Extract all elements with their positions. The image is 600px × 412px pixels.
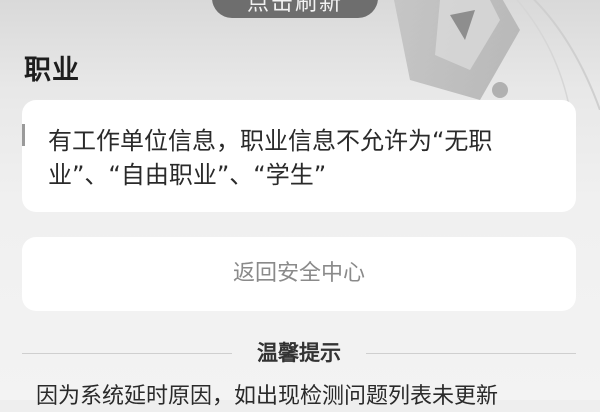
divider-right — [366, 353, 576, 354]
shield-icon — [394, 0, 600, 110]
requirement-text: 有工作单位信息，职业信息不允许为“无职业”、“自由职业”、“学生” — [48, 127, 493, 189]
refresh-button[interactable]: 点击刷新 — [212, 0, 378, 18]
return-security-center-button[interactable]: 返回安全中心 — [22, 237, 576, 311]
refresh-label: 点击刷新 — [246, 0, 343, 16]
section-title: 职业 — [24, 55, 80, 86]
tips-body: 因为系统延时原因，如出现检测问题列表未更新 — [36, 384, 499, 409]
requirement-card: 有工作单位信息，职业信息不允许为“无职业”、“自由职业”、“学生” — [22, 100, 576, 212]
card-marker — [22, 124, 25, 146]
tips-divider: 温馨提示 — [22, 338, 576, 368]
